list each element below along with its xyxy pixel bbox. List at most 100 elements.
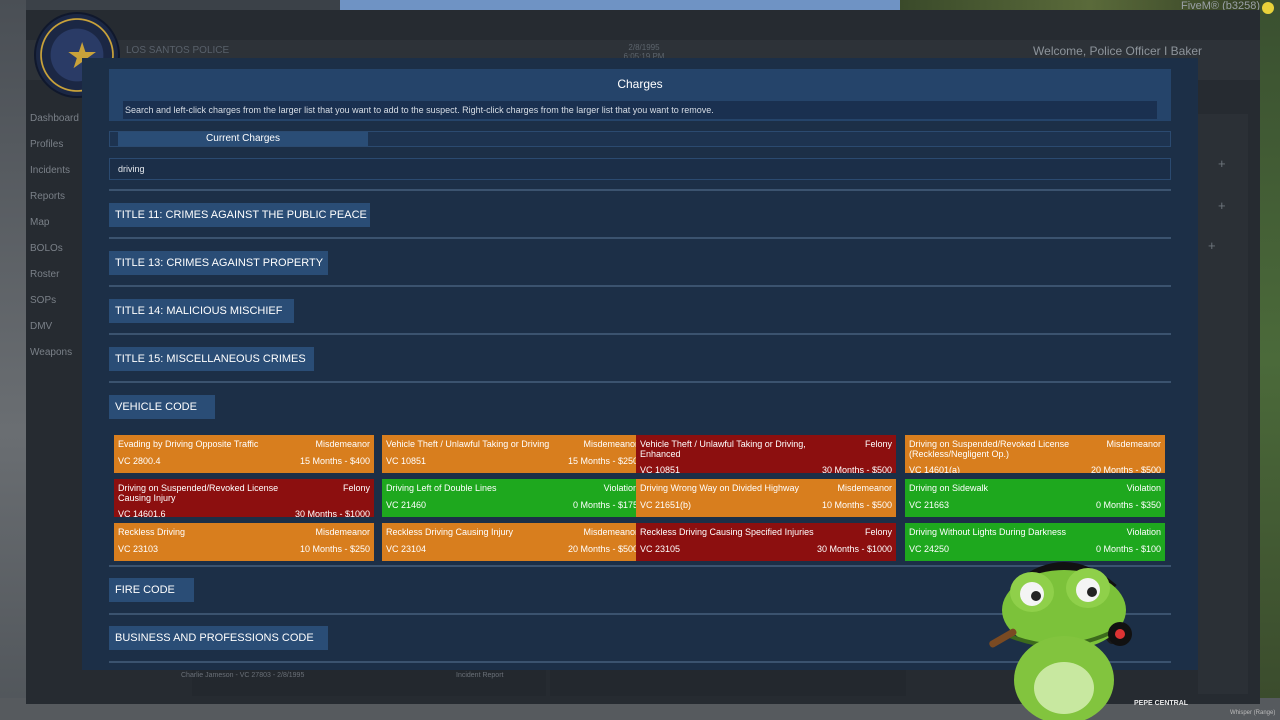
incident-list-strip[interactable] xyxy=(192,666,546,696)
charge-class: Violation xyxy=(603,483,638,493)
voip-channel: PEPE CENTRAL xyxy=(1134,700,1189,707)
fivem-status-icon xyxy=(1262,2,1274,14)
section-business-code[interactable]: BUSINESS AND PROFESSIONS CODE xyxy=(109,626,328,650)
divider xyxy=(109,189,1171,191)
charge-penalty: 0 Months - $175 xyxy=(572,500,638,510)
mdt-sidebar: Dashboard Profiles Incidents Reports Map… xyxy=(26,106,82,366)
charge-name: Driving Without Lights During Darkness xyxy=(909,527,1067,537)
charge-name: Driving Wrong Way on Divided Highway xyxy=(640,483,800,493)
charge-class: Misdemeanor xyxy=(837,483,892,493)
charge-penalty: 30 Months - $500 xyxy=(821,465,892,473)
divider xyxy=(109,333,1171,335)
charge-penalty: 10 Months - $250 xyxy=(299,544,370,554)
charge-penalty: 20 Months - $500 xyxy=(567,544,638,554)
charge-class: Misdemeanor xyxy=(583,439,638,449)
add-icon[interactable]: + xyxy=(1218,198,1226,213)
charge-name: Reckless Driving Causing Injury xyxy=(386,527,514,537)
add-icon[interactable]: + xyxy=(1218,156,1226,171)
charge-code: VC 21651(b) xyxy=(640,500,692,510)
welcome-message: Welcome, Police Officer I Baker xyxy=(1033,44,1202,58)
charges-header: Charges Search and left-click charges fr… xyxy=(109,69,1171,121)
charge-class: Felony xyxy=(864,527,892,537)
modal-description: Search and left-click charges from the l… xyxy=(123,101,1157,119)
charge-code: VC 14601(a) xyxy=(909,465,961,473)
charge-card[interactable]: Vehicle Theft / Unlawful Taking or Drivi… xyxy=(382,435,642,473)
charge-code: VC 21663 xyxy=(909,500,950,510)
charge-class: Misdemeanor xyxy=(1106,439,1161,449)
charge-class: Felony xyxy=(342,483,370,493)
voip-mode: Whisper (Range) xyxy=(1230,710,1276,716)
charge-code: VC 21460 xyxy=(386,500,427,510)
charge-name: Driving on Suspended/Revoked License (Re… xyxy=(909,439,1070,459)
charge-code: VC 10851 xyxy=(640,465,681,473)
incident-row-title: Charlie Jameson - VC 27803 - 2/8/1995 xyxy=(181,672,305,679)
charge-card[interactable]: Driving Left of Double Lines Violation V… xyxy=(382,479,642,517)
section-title-13[interactable]: TITLE 13: CRIMES AGAINST PROPERTY xyxy=(109,251,328,275)
mdt-right-panel: + + + xyxy=(1198,114,1248,694)
charge-penalty: 0 Months - $350 xyxy=(1095,500,1161,510)
section-title-11[interactable]: TITLE 11: CRIMES AGAINST THE PUBLIC PEAC… xyxy=(109,203,370,227)
charge-code: VC 24250 xyxy=(909,544,950,554)
nav-map[interactable]: Map xyxy=(26,210,82,236)
current-charges-label: Current Charges xyxy=(118,132,368,146)
frog-mascot-icon xyxy=(989,562,1132,720)
modal-title: Charges xyxy=(617,77,663,91)
nav-bolos[interactable]: BOLOs xyxy=(26,236,82,262)
charge-code: VC 23104 xyxy=(386,544,427,554)
charge-name: Evading by Driving Opposite Traffic xyxy=(118,439,259,449)
charge-card[interactable]: Reckless Driving Misdemeanor VC 23103 10… xyxy=(114,523,374,561)
charge-code: VC 2800.4 xyxy=(118,456,161,466)
charge-grid: Evading by Driving Opposite Traffic Misd… xyxy=(114,435,1170,561)
charge-penalty: 20 Months - $500 xyxy=(1090,465,1161,473)
charge-code: VC 23103 xyxy=(118,544,159,554)
charge-name: Driving Left of Double Lines xyxy=(386,483,497,493)
charge-class: Violation xyxy=(1126,483,1161,493)
nav-dmv[interactable]: DMV xyxy=(26,314,82,340)
charge-card[interactable]: Reckless Driving Causing Injury Misdemea… xyxy=(382,523,642,561)
nav-reports[interactable]: Reports xyxy=(26,184,82,210)
mdt-org-name: LOS SANTOS POLICE xyxy=(126,45,230,56)
charge-card[interactable]: Driving on Suspended/Revoked License Cau… xyxy=(114,479,374,517)
game-world-left xyxy=(0,0,26,720)
charge-class: Felony xyxy=(864,439,892,449)
charge-name: Vehicle Theft / Unlawful Taking or Drivi… xyxy=(640,439,806,459)
charge-card[interactable]: Evading by Driving Opposite Traffic Misd… xyxy=(114,435,374,473)
section-fire-code[interactable]: FIRE CODE xyxy=(109,578,194,602)
nav-profiles[interactable]: Profiles xyxy=(26,132,82,158)
charge-card[interactable]: Driving Wrong Way on Divided Highway Mis… xyxy=(636,479,896,517)
charge-card[interactable]: Driving on Suspended/Revoked License (Re… xyxy=(905,435,1165,473)
section-vehicle-code[interactable]: VEHICLE CODE xyxy=(109,395,215,419)
charge-card[interactable]: Driving on Sidewalk Violation VC 21663 0… xyxy=(905,479,1165,517)
charge-name: Reckless Driving xyxy=(118,527,186,537)
current-charges-box: Current Charges xyxy=(109,131,1171,147)
nav-incidents[interactable]: Incidents xyxy=(26,158,82,184)
section-title-15[interactable]: TITLE 15: MISCELLANEOUS CRIMES xyxy=(109,347,314,371)
charge-name: Vehicle Theft / Unlawful Taking or Drivi… xyxy=(386,439,550,449)
charge-card[interactable]: Reckless Driving Causing Specified Injur… xyxy=(636,523,896,561)
charge-class: Misdemeanor xyxy=(583,527,638,537)
charge-penalty: 15 Months - $400 xyxy=(299,456,370,466)
charge-code: VC 23105 xyxy=(640,544,681,554)
divider xyxy=(109,381,1171,383)
charge-name: Driving on Sidewalk xyxy=(909,483,989,493)
mdt-date: 2/8/1995 xyxy=(628,43,660,52)
nav-sops[interactable]: SOPs xyxy=(26,288,82,314)
charge-card[interactable]: Vehicle Theft / Unlawful Taking or Drivi… xyxy=(636,435,896,473)
add-icon[interactable]: + xyxy=(1208,238,1216,253)
nav-weapons[interactable]: Weapons xyxy=(26,340,82,366)
secondary-panel xyxy=(550,666,906,696)
charge-code: VC 10851 xyxy=(386,456,427,466)
nav-roster[interactable]: Roster xyxy=(26,262,82,288)
nav-dashboard[interactable]: Dashboard xyxy=(26,106,82,132)
charge-search-input[interactable]: driving xyxy=(109,158,1171,180)
section-title-14[interactable]: TITLE 14: MALICIOUS MISCHIEF xyxy=(109,299,294,323)
charge-name: Reckless Driving Causing Specified Injur… xyxy=(640,527,814,537)
divider xyxy=(109,285,1171,287)
charge-class: Misdemeanor xyxy=(315,527,370,537)
divider xyxy=(109,237,1171,239)
incident-row-type: Incident Report xyxy=(456,672,504,679)
charge-penalty: 30 Months - $1000 xyxy=(816,544,892,554)
charge-class: Misdemeanor xyxy=(315,439,370,449)
game-world-right xyxy=(1260,0,1280,720)
charge-name: Driving on Suspended/Revoked License Cau… xyxy=(118,483,279,503)
